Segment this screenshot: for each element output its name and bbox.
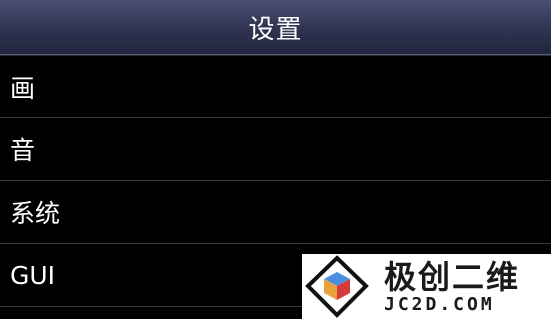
menu-item-label: 系统	[10, 199, 61, 228]
menu-item-label: GUI	[10, 260, 56, 290]
page-title: 设置	[248, 14, 303, 45]
brand-url: JC2D.COM	[384, 293, 495, 315]
cube-logo-icon	[305, 255, 369, 318]
menu-item-picture[interactable]: 画	[0, 55, 551, 118]
title-bar: 设置	[0, 0, 551, 55]
menu-item-label: 音	[10, 136, 36, 165]
watermark: 极创二维 JC2D.COM	[302, 254, 551, 319]
brand-name: 极创二维	[384, 257, 521, 296]
menu-item-label: 画	[10, 73, 36, 103]
menu-item-sound[interactable]: 音	[0, 118, 551, 181]
menu-item-system[interactable]: 系统	[0, 181, 551, 244]
